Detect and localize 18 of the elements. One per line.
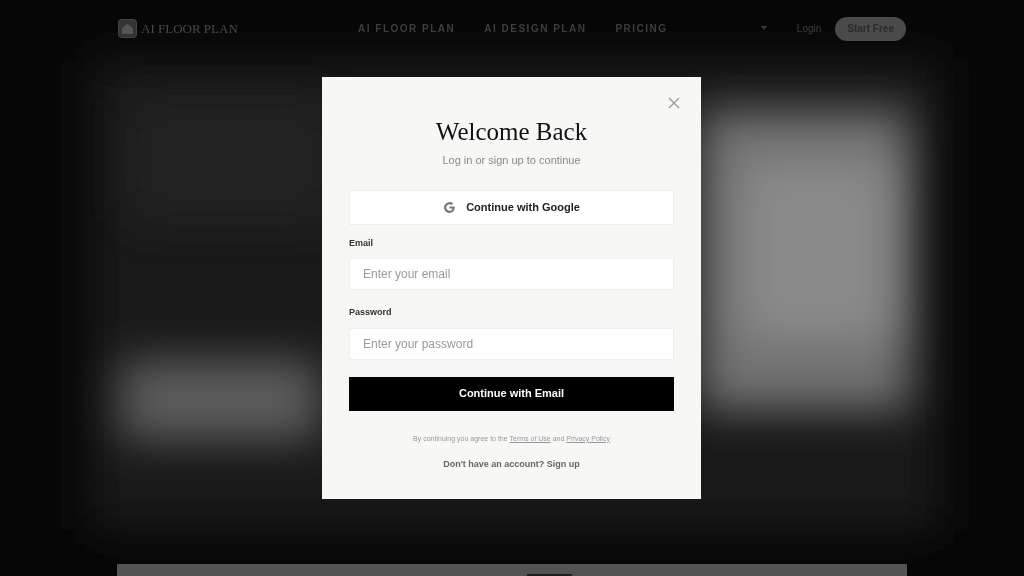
input-field[interactable]: Enter your email [349,258,674,290]
nav-link[interactable]: AI FLOOR PLAN [358,21,456,36]
close-icon[interactable] [668,97,680,109]
logo-text: AI FLOOR PLAN [141,19,238,38]
signup-link[interactable]: Sign up [546,458,580,469]
field-label: Password [349,306,393,319]
nav-link[interactable]: PRICING [615,21,668,36]
google-g-icon [443,200,457,214]
caret-icon [760,26,767,31]
input-field[interactable]: Enter your password [349,327,674,360]
field-label: Email [349,236,374,250]
house-icon [118,19,137,38]
continue-email-button[interactable]: Continue with Email [349,376,674,411]
google-button[interactable]: Continue with Google [349,189,674,225]
dialog-subtitle: Log in or sign up to continue [441,153,582,168]
signup-prompt: Don't have an account? Sign up [442,457,581,471]
dialog-title: Welcome Back [434,117,589,147]
nav-link[interactable]: AI DESIGN PLAN [484,21,587,36]
